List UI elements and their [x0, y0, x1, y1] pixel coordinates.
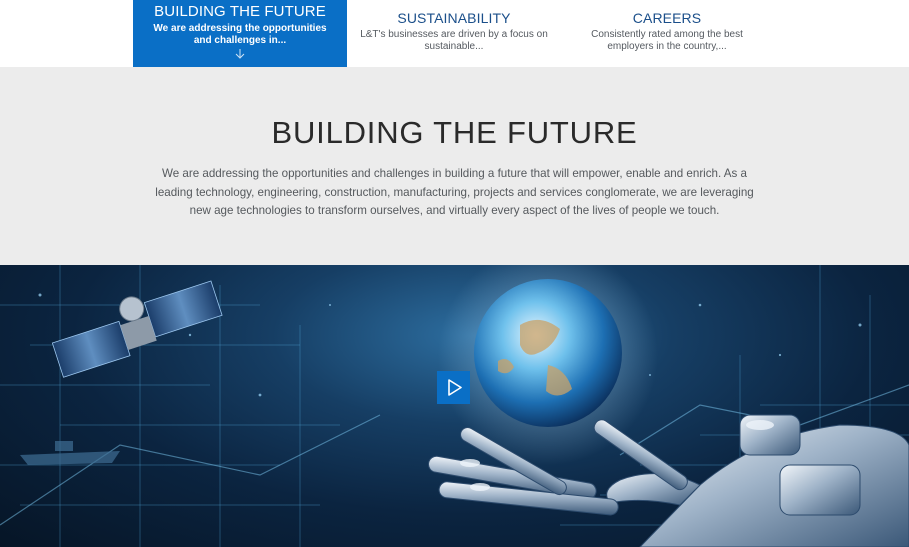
section-description: We are addressing the opportunities and … — [155, 167, 754, 217]
video-play-button[interactable] — [437, 371, 470, 404]
tab-building-the-future[interactable]: BUILDING THE FUTURE We are addressing th… — [133, 0, 347, 67]
tab-title: BUILDING THE FUTURE — [154, 3, 326, 20]
section-heading: BUILDING THE FUTURE — [271, 115, 638, 150]
intro-section: BUILDING THE FUTURE We are addressing th… — [0, 67, 909, 265]
tab-title: SUSTAINABILITY — [397, 10, 511, 26]
tab-description: We are addressing the opportunities and … — [153, 23, 327, 46]
tab-sustainability[interactable]: SUSTAINABILITY L&T's businesses are driv… — [355, 0, 553, 67]
tab-description: Consistently rated among the best employ… — [591, 29, 743, 52]
hero-image — [0, 265, 909, 547]
hero-illustration — [0, 265, 909, 547]
play-icon — [448, 379, 462, 396]
feature-tabs: BUILDING THE FUTURE We are addressing th… — [0, 0, 909, 67]
tab-careers[interactable]: CAREERS Consistently rated among the bes… — [572, 0, 762, 67]
tab-description: L&T's businesses are driven by a focus o… — [360, 29, 548, 52]
arrow-down-icon — [235, 49, 245, 59]
tab-title: CAREERS — [632, 10, 702, 26]
